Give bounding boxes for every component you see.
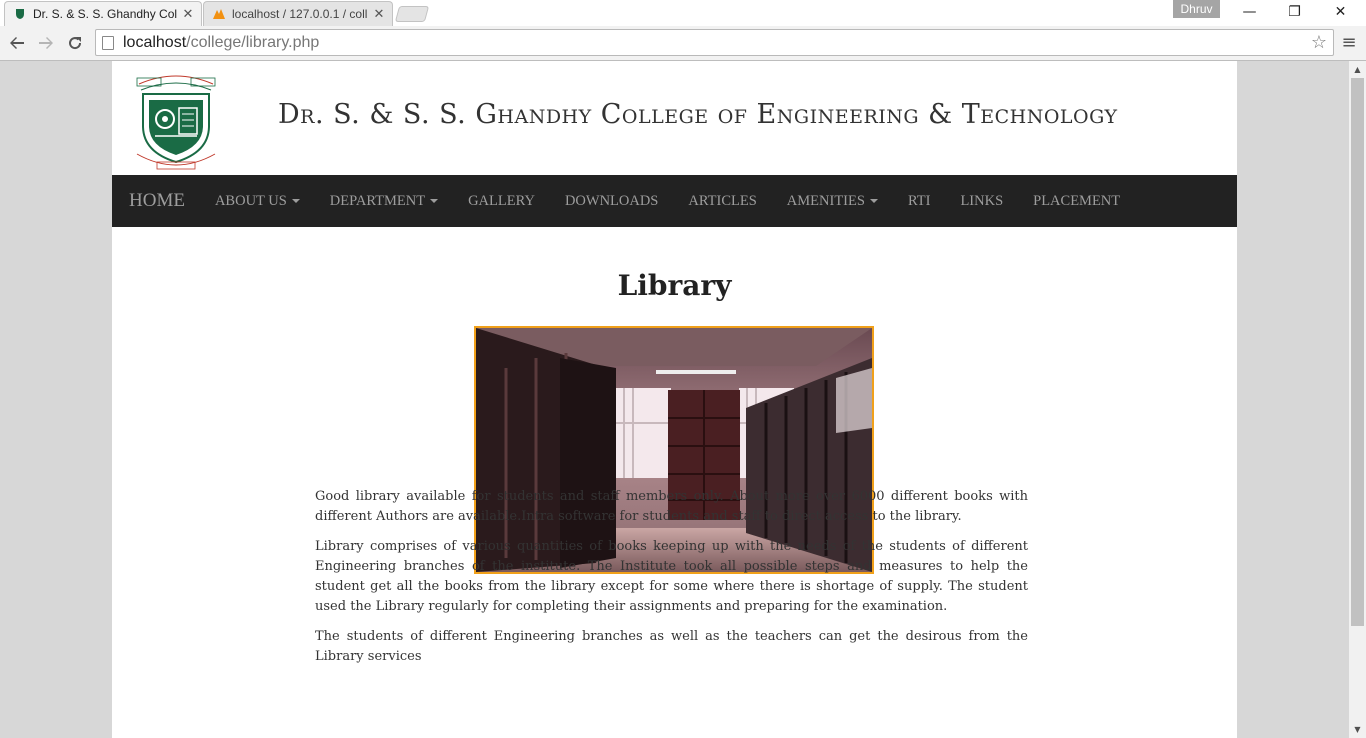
nav-rti[interactable]: RTI	[893, 193, 946, 210]
page-title: Library	[617, 269, 732, 302]
caret-down-icon	[430, 199, 439, 204]
back-arrow-icon[interactable]	[5, 31, 29, 55]
nav-links[interactable]: LINKS	[945, 193, 1018, 210]
nav-department[interactable]: DEPARTMENT	[315, 193, 453, 210]
nav-about-us[interactable]: ABOUT US	[200, 193, 315, 210]
nav-placement[interactable]: PLACEMENT	[1018, 193, 1135, 210]
paragraph-intro: Good library available for students and …	[315, 489, 1028, 524]
paragraph-collection: Library comprises of various quantities …	[315, 539, 1028, 614]
nav-articles[interactable]: ARTICLES	[673, 193, 771, 210]
close-icon[interactable]: ✕	[372, 7, 386, 22]
main-navbar: HOME ABOUT US DEPARTMENT GALLERY DOWNLOA…	[112, 175, 1237, 227]
nav-amenities[interactable]: AMENITIES	[772, 193, 893, 210]
nav-gallery[interactable]: GALLERY	[453, 193, 550, 210]
tab-strip: Dr. S. & S. S. Ghandhy Col ✕ localhost /…	[0, 0, 1366, 26]
profile-badge[interactable]: Dhruv	[1173, 0, 1220, 18]
page-viewport: Dr. S. & S. S. Ghandhy College of Engine…	[0, 61, 1349, 738]
scroll-down-arrow-icon[interactable]: ▼	[1349, 721, 1366, 738]
page-icon	[102, 35, 114, 50]
restore-icon[interactable]: ❐	[1272, 0, 1317, 24]
new-tab-button[interactable]	[394, 6, 430, 22]
nav-downloads[interactable]: DOWNLOADS	[550, 193, 673, 210]
vertical-scrollbar[interactable]: ▲ ▼	[1349, 61, 1366, 738]
reload-icon[interactable]	[63, 31, 87, 55]
tab-phpmyadmin[interactable]: localhost / 127.0.0.1 / coll ✕	[203, 1, 393, 26]
minimize-icon[interactable]: —	[1227, 0, 1272, 24]
star-icon[interactable]: ☆	[1311, 32, 1327, 53]
hamburger-menu-icon[interactable]: ≡	[1340, 32, 1358, 54]
tab-title: Dr. S. & S. S. Ghandhy Col	[33, 7, 178, 21]
browser-chrome: Dr. S. & S. S. Ghandhy Col ✕ localhost /…	[0, 0, 1366, 61]
close-window-icon[interactable]: ✕	[1318, 0, 1363, 24]
phpmyadmin-favicon-icon	[212, 7, 226, 21]
address-bar[interactable]: localhost/college/library.php ☆	[95, 29, 1334, 56]
scroll-thumb[interactable]	[1351, 78, 1364, 626]
site-title[interactable]: Dr. S. & S. S. Ghandhy College of Engine…	[278, 99, 1118, 130]
scroll-up-arrow-icon[interactable]: ▲	[1349, 61, 1366, 78]
caret-down-icon	[869, 199, 878, 204]
close-icon[interactable]: ✕	[181, 7, 195, 22]
nav-home-link[interactable]: HOME	[129, 190, 185, 212]
tab-college[interactable]: Dr. S. & S. S. Ghandhy Col ✕	[4, 1, 202, 26]
forward-arrow-icon[interactable]	[34, 31, 58, 55]
tab-title: localhost / 127.0.0.1 / coll	[232, 7, 368, 21]
college-logo[interactable]	[127, 64, 225, 172]
page-container: Dr. S. & S. S. Ghandhy College of Engine…	[112, 61, 1237, 738]
main-content: Library Good library available for stude…	[112, 227, 1237, 664]
college-favicon-icon	[13, 7, 27, 21]
site-header: Dr. S. & S. S. Ghandhy College of Engine…	[112, 61, 1237, 175]
browser-toolbar: localhost/college/library.php ☆ ≡	[0, 26, 1366, 61]
caret-down-icon	[291, 199, 300, 204]
paragraph-services: The students of different Engineering br…	[315, 629, 1028, 664]
url-text: localhost/college/library.php	[123, 33, 320, 51]
